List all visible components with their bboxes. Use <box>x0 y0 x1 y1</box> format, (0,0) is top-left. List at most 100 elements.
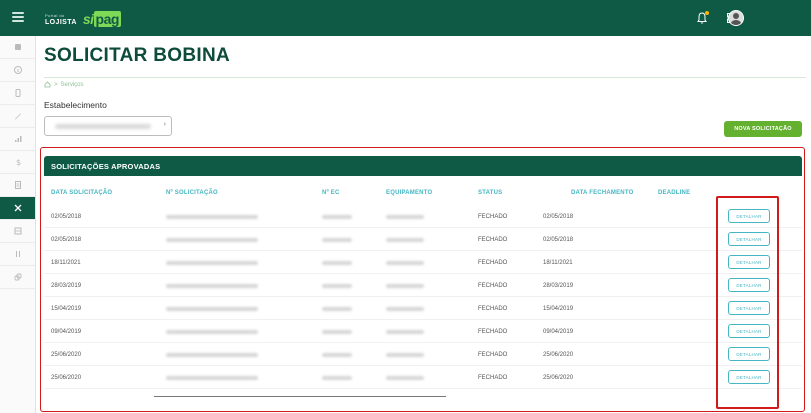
table-row: 28/03/2019 FECHADO 28/03/2019 DETALHAR <box>44 274 802 297</box>
svg-text:$: $ <box>16 158 21 167</box>
cell-request-date: 15/04/2019 <box>51 306 82 312</box>
sidebar-item-dollar[interactable]: $ <box>0 151 35 174</box>
table-header: DATA SOLICITAÇÃO Nº SOLICITAÇÃO Nº EC EQ… <box>44 182 802 205</box>
redacted-value <box>386 330 424 334</box>
chevron-right-icon: › <box>163 121 166 128</box>
table-row: 15/04/2019 FECHADO 15/04/2019 DETALHAR <box>44 297 802 320</box>
cell-status: FECHADO <box>478 352 508 358</box>
main-content: SOLICITAR BOBINA > Serviços Estabelecime… <box>40 36 806 413</box>
info-icon <box>13 66 22 74</box>
cell-status: FECHADO <box>478 214 508 220</box>
cell-request-date: 02/05/2018 <box>51 237 82 243</box>
column-header[interactable]: DATA SOLICITAÇÃO <box>51 190 112 196</box>
home-icon <box>14 44 21 50</box>
chart-icon <box>14 136 21 142</box>
redacted-value <box>166 284 258 288</box>
table-row: 18/11/2021 FECHADO 18/11/2021 DETALHAR <box>44 251 802 274</box>
cell-closing-date: 25/06/2020 <box>543 375 574 381</box>
title-divider <box>44 77 806 78</box>
cell-status: FECHADO <box>478 329 508 335</box>
sidebar-item-info[interactable] <box>0 59 35 82</box>
establishment-select[interactable]: › <box>44 116 172 136</box>
notification-dot <box>705 11 709 15</box>
avatar[interactable] <box>728 10 744 26</box>
table-row: 02/05/2018 FECHADO 02/05/2018 DETALHAR <box>44 205 802 228</box>
sidebar-item-chart[interactable] <box>0 128 35 151</box>
cell-status: FECHADO <box>478 237 508 243</box>
redacted-value <box>322 330 352 334</box>
redacted-value <box>386 284 424 288</box>
column-header[interactable]: Nº SOLICITAÇÃO <box>166 190 218 196</box>
cell-closing-date: 28/03/2019 <box>543 283 574 289</box>
home-icon[interactable] <box>44 81 51 88</box>
redacted-value <box>322 307 352 311</box>
redacted-value <box>386 353 424 357</box>
page-title: SOLICITAR BOBINA <box>44 45 230 66</box>
redacted-value <box>386 376 424 380</box>
cell-closing-date: 18/11/2021 <box>543 260 573 266</box>
table-row: 02/05/2018 FECHADO 02/05/2018 DETALHAR <box>44 228 802 251</box>
bell-icon[interactable] <box>695 11 709 25</box>
redacted-value <box>166 238 258 242</box>
menu-icon[interactable] <box>12 12 24 22</box>
column-header[interactable]: Nº EC <box>322 190 340 196</box>
column-header[interactable]: EQUIPAMENTO <box>386 190 432 196</box>
breadcrumb: > Serviços <box>44 81 84 88</box>
redacted-value <box>166 330 258 334</box>
sidebar-item-pen[interactable] <box>0 105 35 128</box>
cell-closing-date: 02/05/2018 <box>543 214 574 220</box>
horizontal-scrollbar[interactable] <box>154 396 446 397</box>
redacted-value <box>322 215 352 219</box>
breadcrumb-separator: > <box>54 81 58 88</box>
app-logo[interactable]: Portal do LOJISTA si pag <box>45 10 121 28</box>
link-icon <box>14 273 21 281</box>
highlight-detail-column <box>716 196 779 409</box>
receipt-icon <box>14 181 21 189</box>
cell-request-date: 09/04/2019 <box>51 329 82 335</box>
dollar-icon: $ <box>16 158 21 167</box>
redacted-value <box>166 215 258 219</box>
redacted-value <box>166 261 258 265</box>
redacted-value <box>166 376 258 380</box>
column-header[interactable]: DATA FECHAMENTO <box>571 190 633 196</box>
redacted-value <box>166 307 258 311</box>
redacted-value <box>55 124 151 129</box>
table-icon <box>14 227 21 235</box>
redacted-value <box>322 284 352 288</box>
column-header[interactable]: DEADLINE <box>658 190 690 196</box>
brand-mark: si pag <box>82 11 121 27</box>
table-row: 09/04/2019 FECHADO 09/04/2019 DETALHAR <box>44 320 802 343</box>
filter-icon <box>15 251 20 257</box>
table-row: 25/06/2020 FECHADO 25/06/2020 DETALHAR <box>44 366 802 389</box>
redacted-value <box>322 376 352 380</box>
sidebar: $ <box>0 36 36 413</box>
redacted-value <box>322 261 352 265</box>
device-icon <box>15 89 20 97</box>
tools-icon <box>14 204 21 212</box>
sidebar-item-filter[interactable] <box>0 243 35 266</box>
cell-closing-date: 25/06/2020 <box>543 352 574 358</box>
column-header[interactable]: STATUS <box>478 190 502 196</box>
sidebar-item-home[interactable] <box>0 36 35 59</box>
pen-icon <box>14 113 21 120</box>
sidebar-item-link[interactable] <box>0 266 35 289</box>
sidebar-item-device[interactable] <box>0 82 35 105</box>
cell-status: FECHADO <box>478 375 508 381</box>
cell-request-date: 02/05/2018 <box>51 214 82 220</box>
logo-text: Portal do LOJISTA <box>45 13 77 26</box>
sidebar-item-table[interactable] <box>0 220 35 243</box>
sidebar-item-tools[interactable] <box>0 197 35 220</box>
cell-request-date: 25/06/2020 <box>51 375 82 381</box>
sidebar-item-receipt[interactable] <box>0 174 35 197</box>
redacted-value <box>322 238 352 242</box>
cell-request-date: 25/06/2020 <box>51 352 82 358</box>
redacted-value <box>386 307 424 311</box>
establishment-label: Estabelecimento <box>44 100 107 110</box>
cell-status: FECHADO <box>478 306 508 312</box>
breadcrumb-current[interactable]: Serviços <box>61 82 84 88</box>
new-request-button[interactable]: NOVA SOLICITAÇÃO <box>724 121 802 137</box>
redacted-value <box>322 353 352 357</box>
cell-status: FECHADO <box>478 283 508 289</box>
section-header: SOLICITAÇÕES APROVADAS <box>44 156 802 176</box>
cell-status: FECHADO <box>478 260 508 266</box>
